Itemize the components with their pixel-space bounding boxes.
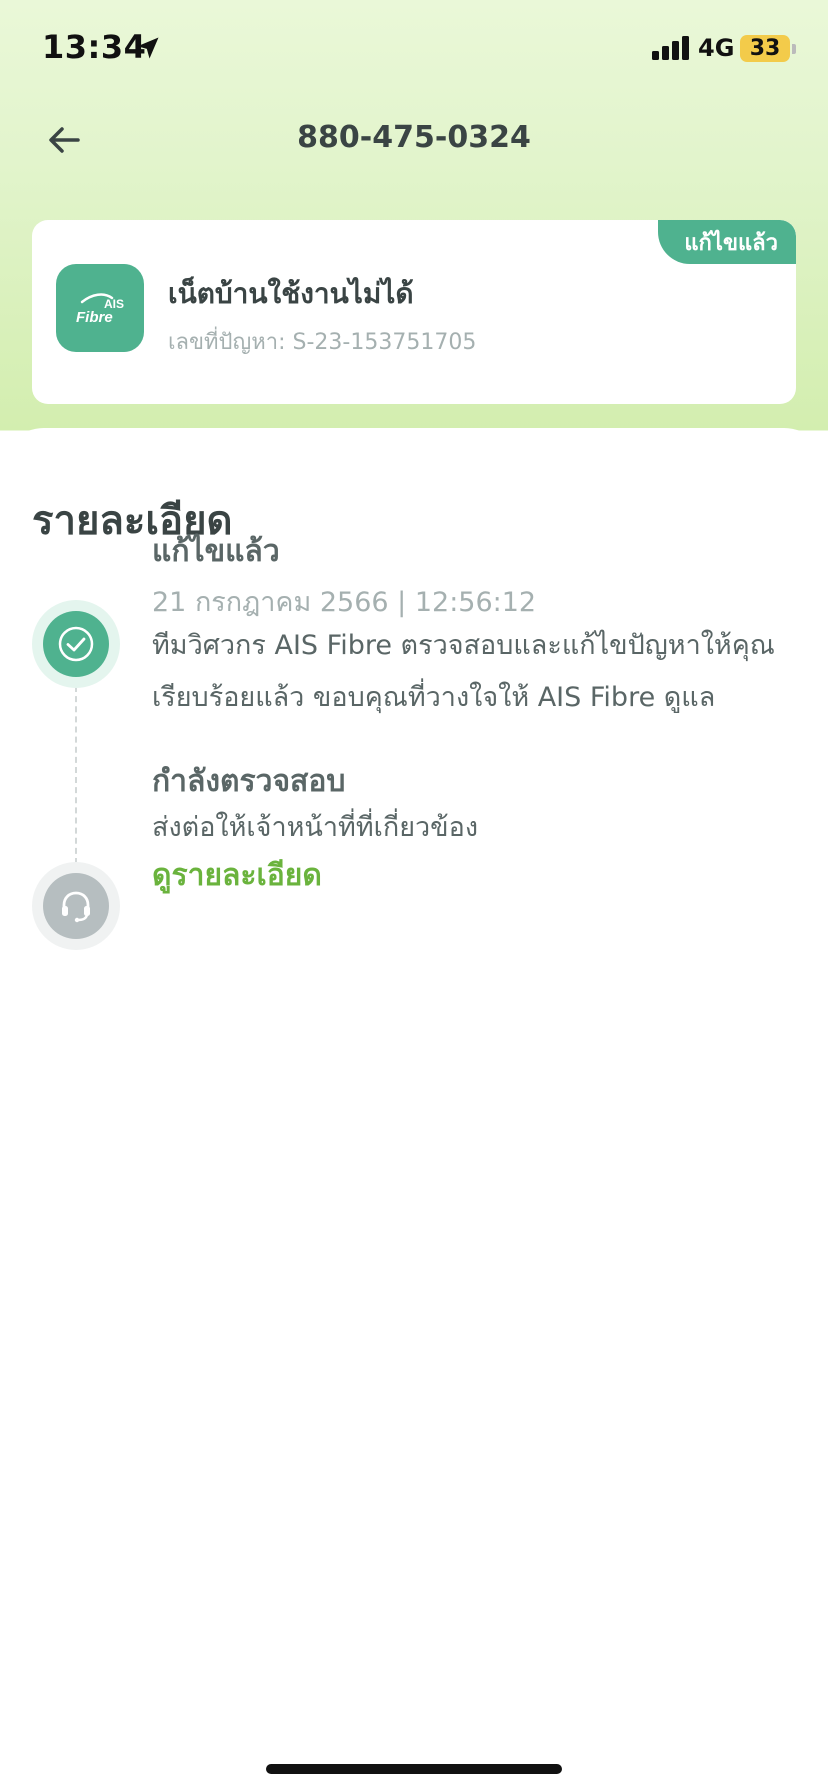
battery-indicator: 33 [740, 35, 790, 62]
step-description-checking: ส่งต่อให้เจ้าหน้าที่ที่เกี่ยวข้อง [152, 812, 479, 843]
status-badge: แก้ไขแล้ว [658, 220, 796, 264]
location-arrow-icon [137, 37, 159, 59]
ais-fibre-logo-mark: AIS Fibre [76, 293, 124, 326]
ais-fibre-logo: AIS Fibre [56, 264, 144, 352]
timeline-step-checking-icon [32, 862, 120, 950]
ticket-card[interactable]: แก้ไขแล้ว AIS Fibre เน็ตบ้านใช้งานไม่ได้… [32, 220, 796, 404]
timeline-step-resolved-icon [32, 600, 120, 688]
details-sheet: รายละเอียด แก้ไขแล้ว 21 กรกฎาคม 2566 | 1… [0, 428, 828, 1792]
step-title-checking: กำลังตรวจสอบ [152, 764, 346, 799]
home-indicator [266, 1764, 562, 1774]
timeline-connector [75, 686, 77, 864]
ticket-number: เลขที่ปัญหา: S-23-153751705 [168, 330, 477, 355]
ticket-title: เน็ตบ้านใช้งานไม่ได้ [168, 277, 414, 310]
signal-icon [652, 36, 689, 60]
logo-text-fibre: Fibre [76, 309, 113, 326]
step-description-resolved: ทีมวิศวกร AIS Fibre ตรวจสอบและแก้ไขปัญหา… [152, 630, 775, 713]
status-time: 13:34 [42, 28, 147, 66]
battery-level: 33 [749, 36, 781, 61]
view-details-link[interactable]: ดูรายละเอียด [152, 852, 322, 899]
check-circle-icon [43, 611, 109, 677]
status-bar: 13:34 4G 33 [0, 0, 828, 100]
page-title: 880-475-0324 [297, 120, 531, 155]
screen: 13:34 4G 33 880-475-0324 แก้ไขแล้ว AIS F [0, 0, 828, 1792]
battery-cap [792, 44, 796, 54]
headset-icon [43, 873, 109, 939]
step-title-resolved: แก้ไขแล้ว [152, 534, 280, 569]
step-date-resolved: 21 กรกฎาคม 2566 | 12:56:12 [152, 587, 537, 618]
network-type: 4G [698, 34, 735, 62]
